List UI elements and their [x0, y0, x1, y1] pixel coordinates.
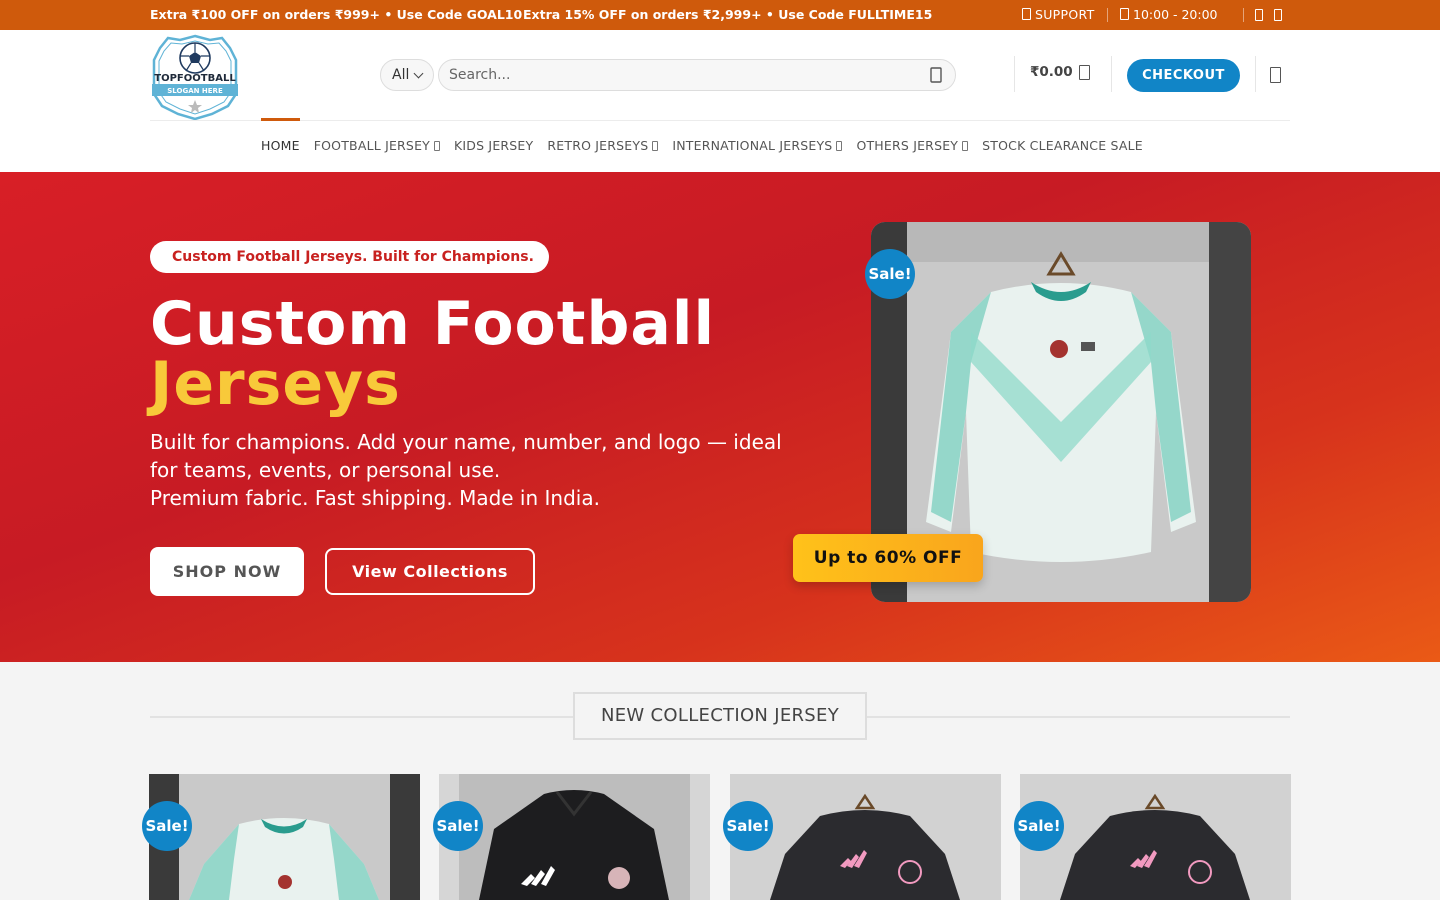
nav-label: RETRO JERSEYS [547, 138, 649, 153]
product-card[interactable] [730, 774, 1001, 900]
shop-now-button[interactable]: SHOP NOW [150, 547, 304, 596]
chevron-down-icon [413, 68, 424, 79]
header-divider [150, 120, 1290, 121]
site-header: TOPFOOTBALL SLOGAN HERE All ₹0.00 CHECKO… [0, 30, 1440, 172]
view-collections-button[interactable]: View Collections [325, 548, 535, 595]
nav-label: OTHERS JERSEY [856, 138, 959, 153]
product-image-black-pink-jersey[interactable] [730, 774, 1001, 900]
facebook-icon[interactable] [1255, 9, 1263, 21]
sale-badge: Sale! [433, 801, 483, 851]
promo-bar: Extra ₹100 OFF on orders ₹999+ • Use Cod… [0, 0, 1440, 30]
dropdown-icon [434, 141, 441, 151]
hero-desc-line2: Premium fabric. Fast shipping. Made in I… [150, 486, 600, 510]
divider [1255, 56, 1256, 92]
cart-link[interactable]: ₹0.00 [1030, 64, 1090, 80]
hero-description: Built for champions. Add your name, numb… [150, 428, 810, 512]
promo-text-fulltime15: Extra 15% OFF on orders ₹2,999+ • Use Co… [523, 7, 933, 22]
hours-label: 10:00 - 20:00 [1133, 7, 1218, 22]
sale-badge: Sale! [1014, 801, 1064, 851]
hero-desc-line1: Built for champions. Add your name, numb… [150, 430, 782, 482]
category-select[interactable]: All [380, 59, 434, 91]
hero-tagline: Custom Football Jerseys. Built for Champ… [150, 241, 549, 273]
support-icon [1022, 8, 1031, 20]
nav-label: FOOTBALL JERSEY [313, 138, 431, 153]
svg-text:TOPFOOTBALL: TOPFOOTBALL [154, 73, 236, 84]
search-input[interactable] [438, 59, 956, 91]
dropdown-icon [652, 141, 659, 151]
support-label: SUPPORT [1035, 7, 1095, 22]
checkout-button[interactable]: CHECKOUT [1127, 59, 1240, 92]
clock-icon [1120, 8, 1129, 20]
dropdown-icon [962, 141, 969, 151]
section-divider-right [867, 716, 1290, 718]
product-card[interactable] [149, 774, 420, 900]
nav-item-kids-jersey[interactable]: KIDS JERSEY [454, 138, 533, 153]
divider [1243, 8, 1244, 22]
support-link[interactable]: SUPPORT [1022, 0, 1095, 30]
discount-badge: Up to 60% OFF [793, 534, 983, 582]
business-hours: 10:00 - 20:00 [1120, 0, 1218, 30]
nav-item-stock-clearance-sale[interactable]: STOCK CLEARANCE SALE [982, 138, 1143, 153]
divider [1107, 8, 1108, 22]
hero-banner: Custom Football Jerseys. Built for Champ… [0, 172, 1440, 662]
section-divider-left [150, 716, 573, 718]
topfootball-logo[interactable]: TOPFOOTBALL SLOGAN HERE [150, 34, 240, 120]
cart-icon [1078, 65, 1090, 80]
instagram-icon[interactable] [1274, 9, 1282, 21]
nav-item-retro-jerseys[interactable]: RETRO JERSEYS [547, 138, 659, 153]
section-title: NEW COLLECTION JERSEY [573, 692, 867, 740]
divider [1014, 56, 1015, 92]
cart-total: ₹0.00 [1030, 64, 1073, 80]
nav-item-international-jerseys[interactable]: INTERNATIONAL JERSEYS [672, 138, 843, 153]
category-selected: All [392, 67, 410, 83]
nav-item-home[interactable]: HOME [261, 118, 300, 153]
main-nav: HOME FOOTBALL JERSEY KIDS JERSEY RETRO JERS… [261, 118, 1157, 153]
nav-label: HOME [261, 138, 300, 153]
sale-badge: Sale! [723, 801, 773, 851]
nav-item-others-jersey[interactable]: OTHERS JERSEY [856, 138, 969, 153]
svg-text:SLOGAN HERE: SLOGAN HERE [167, 87, 223, 95]
account-icon[interactable] [1270, 67, 1281, 83]
search-icon[interactable] [928, 67, 944, 83]
nav-label: STOCK CLEARANCE SALE [982, 138, 1143, 153]
promo-text-goal10: Extra ₹100 OFF on orders ₹999+ • Use Cod… [150, 7, 523, 22]
nav-label: INTERNATIONAL JERSEYS [672, 138, 833, 153]
nav-label: KIDS JERSEY [454, 138, 534, 153]
hero-title-highlight: Jerseys [150, 349, 401, 419]
sale-badge: Sale! [142, 801, 192, 851]
product-image-mint-jersey[interactable] [149, 774, 420, 900]
dropdown-icon [836, 141, 843, 151]
nav-item-football-jersey[interactable]: FOOTBALL JERSEY [313, 138, 441, 153]
divider [1111, 56, 1112, 92]
hero-title: Custom Football [150, 289, 716, 359]
sale-badge: Sale! [865, 249, 915, 299]
